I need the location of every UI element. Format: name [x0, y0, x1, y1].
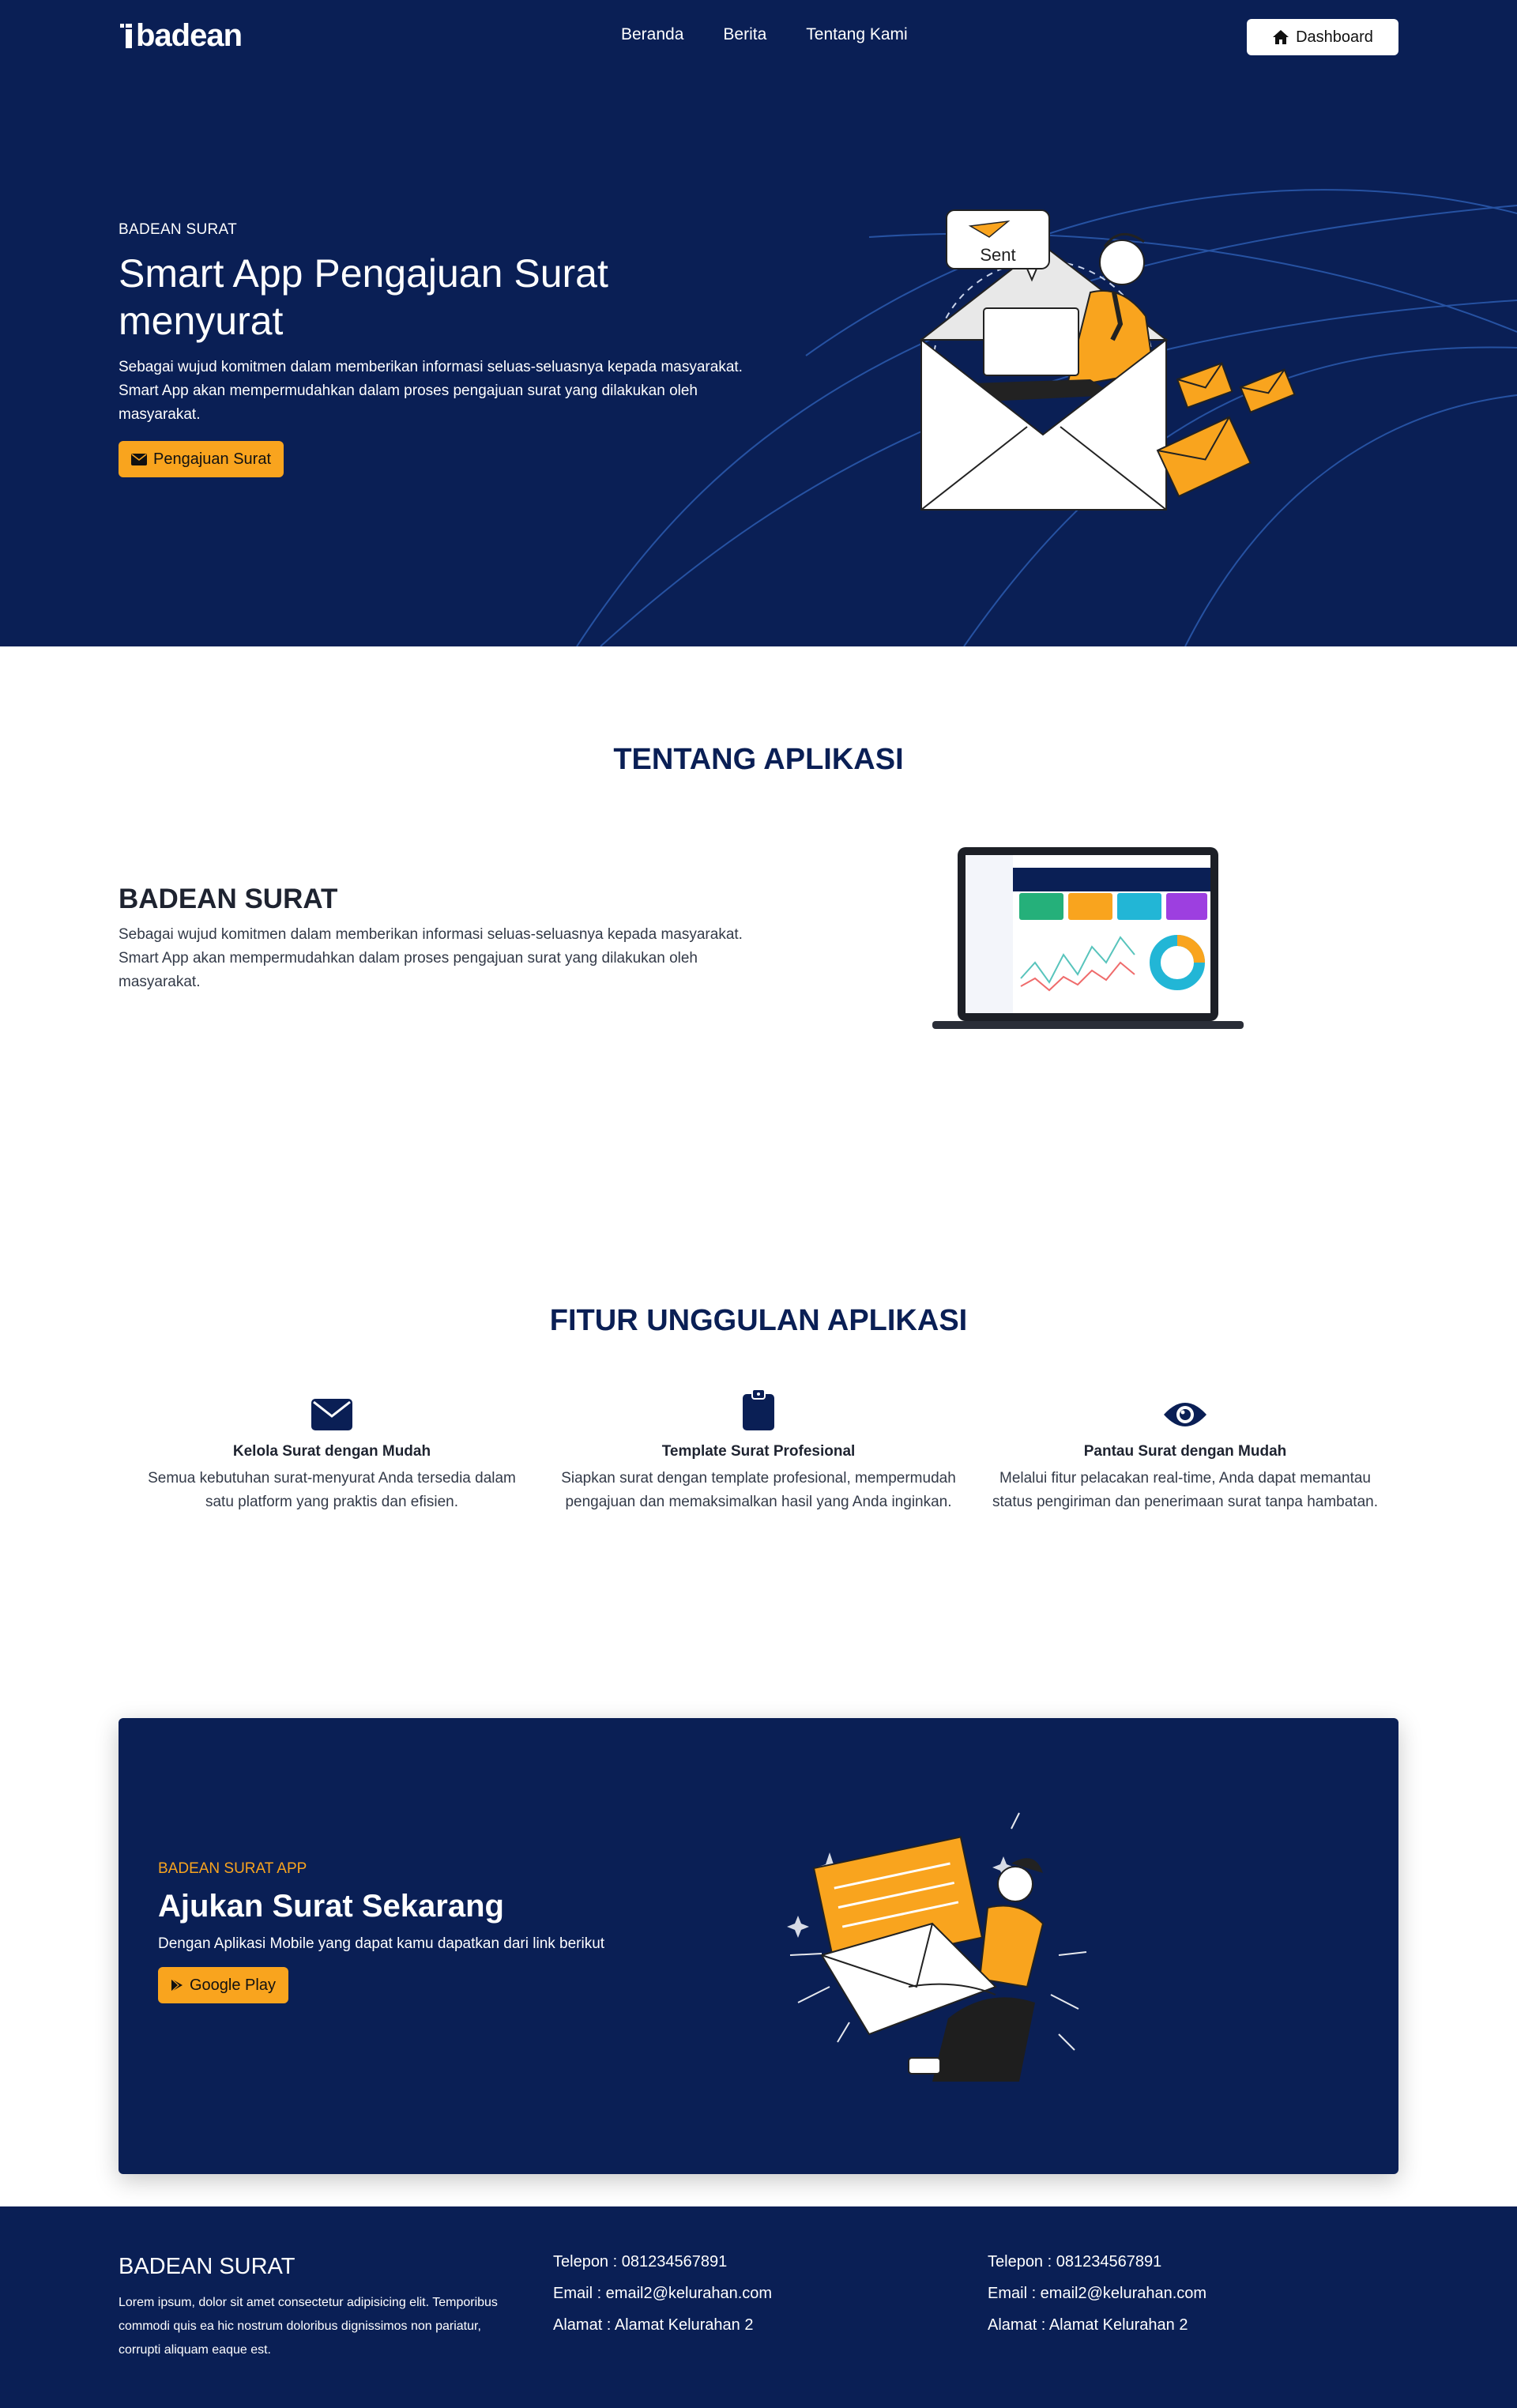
footer-brand-column: BADEAN SURAT Lorem ipsum, dolor sit amet… [119, 2254, 498, 2362]
feature-description: Semua kebutuhan surat-menyurat Anda ters… [148, 1470, 516, 1510]
feature-title: Template Surat Profesional [661, 1443, 856, 1460]
feature-title: Pantau Surat dengan Mudah [1083, 1443, 1287, 1460]
hero-illustration: Sent [919, 209, 1296, 511]
pengajuan-surat-button[interactable]: Pengajuan Surat [119, 441, 284, 477]
top-navbar: badean Beranda Berita Tentang Kami Dashb… [119, 0, 1398, 73]
feature-card-template: Template Surat Profesional Siapkan surat… [545, 1389, 972, 1547]
features-list: Kelola Surat dengan Mudah Semua kebutuha… [119, 1389, 1398, 1547]
feature-description: Melalui fitur pelacakan real-time, Anda … [992, 1470, 1378, 1510]
footer-brand: BADEAN SURAT [119, 2254, 295, 2279]
footer-contact-column-2: Telepon : 081234567891 Email : email2@ke… [988, 2246, 1206, 2341]
footer-address: Alamat : Alamat Kelurahan 2 [988, 2316, 1188, 2334]
about-text-block: BADEAN SURAT Sebagai wujud komitmen dala… [119, 884, 751, 994]
feature-card-pantau: Pantau Surat dengan Mudah Melalui fitur … [972, 1389, 1398, 1547]
hero-text-block: BADEAN SURAT Smart App Pengajuan Surat m… [119, 221, 751, 477]
google-play-icon [171, 1978, 183, 1992]
hero-title: Smart App Pengajuan Surat menyurat [119, 251, 608, 343]
dashboard-button-label: Dashboard [1296, 28, 1373, 46]
home-icon [1273, 30, 1289, 44]
brand-logo[interactable]: badean [119, 17, 243, 54]
google-play-label: Google Play [190, 1976, 276, 1994]
about-heading: BADEAN SURAT [119, 884, 338, 914]
cta-banner: BADEAN SURAT APP Ajukan Surat Sekarang D… [119, 1718, 1398, 2174]
feature-description: Siapkan surat dengan template profesiona… [561, 1470, 956, 1510]
footer-email: Email : email2@kelurahan.com [988, 2285, 1207, 2302]
about-description: Sebagai wujud komitmen dalam memberikan … [119, 926, 743, 990]
cta-illustration [787, 1812, 1087, 2082]
cta-text-block: BADEAN SURAT APP Ajukan Surat Sekarang D… [158, 1860, 727, 2003]
hero-kicker: BADEAN SURAT [119, 221, 237, 238]
envelope-icon [131, 453, 147, 465]
feature-title: Kelola Surat dengan Mudah [232, 1443, 431, 1460]
eye-icon [1164, 1403, 1206, 1426]
cta-title: Ajukan Surat Sekarang [158, 1889, 504, 1924]
nav-links: Beranda Berita Tentang Kami [621, 25, 908, 44]
footer-description: Lorem ipsum, dolor sit amet consectetur … [119, 2296, 498, 2357]
footer-phone: Telepon : 081234567891 [988, 2253, 1162, 2270]
about-section-title: TENTANG APLIKASI [613, 743, 904, 776]
footer-phone: Telepon : 081234567891 [553, 2253, 728, 2270]
hero-section: badean Beranda Berita Tentang Kami Dashb… [0, 0, 1517, 646]
clipboard-icon [743, 1389, 774, 1430]
footer-email: Email : email2@kelurahan.com [553, 2285, 773, 2302]
nav-link-beranda[interactable]: Beranda [621, 25, 683, 44]
nav-link-berita[interactable]: Berita [723, 25, 766, 44]
pengajuan-surat-label: Pengajuan Surat [153, 450, 272, 468]
hero-description: Sebagai wujud komitmen dalam memberikan … [119, 359, 743, 423]
footer-address: Alamat : Alamat Kelurahan 2 [553, 2316, 754, 2334]
envelope-icon [311, 1399, 352, 1430]
footer-contact-column-1: Telepon : 081234567891 Email : email2@ke… [553, 2246, 772, 2341]
features-section-title: FITUR UNGGULAN APLIKASI [549, 1304, 968, 1337]
nav-link-tentang-kami[interactable]: Tentang Kami [806, 25, 907, 44]
cta-kicker: BADEAN SURAT APP [158, 1860, 307, 1877]
laptop-dashboard-image [932, 847, 1244, 1029]
dashboard-button[interactable]: Dashboard [1247, 19, 1398, 55]
site-footer: BADEAN SURAT Lorem ipsum, dolor sit amet… [0, 2206, 1517, 2408]
logo-text: badean [136, 17, 243, 53]
google-play-button[interactable]: Google Play [158, 1967, 288, 2003]
sent-bubble-text: Sent [980, 245, 1015, 265]
logo-mark-icon [119, 21, 134, 50]
cta-description: Dengan Aplikasi Mobile yang dapat kamu d… [158, 1935, 605, 1952]
feature-card-kelola: Kelola Surat dengan Mudah Semua kebutuha… [119, 1389, 545, 1547]
